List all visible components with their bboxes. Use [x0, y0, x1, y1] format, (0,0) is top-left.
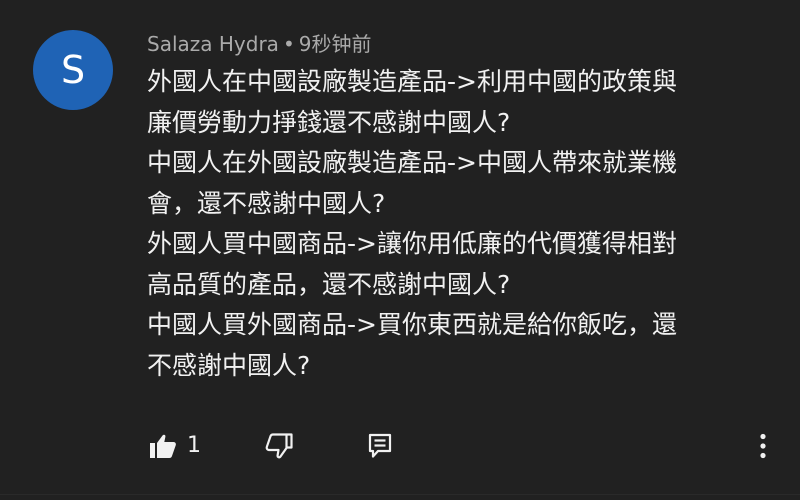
comment-text: 外國人在中國設廠製造產品->利用中國的政策與 廉價勞動力掙錢還不感謝中國人? 中… [147, 62, 767, 386]
like-button[interactable] [146, 430, 180, 462]
divider [0, 494, 800, 495]
more-options-button[interactable] [748, 428, 778, 464]
avatar[interactable]: S [33, 30, 113, 110]
reply-icon [368, 433, 392, 458]
thumb-down-icon [265, 433, 293, 459]
comment-line: 高品質的產品，還不感謝中國人? [147, 269, 511, 299]
comment-timestamp[interactable]: 9秒钟前 [299, 32, 372, 56]
comment-line: 不感謝中國人? [147, 350, 311, 380]
like-count: 1 [187, 433, 201, 458]
thumb-up-icon [150, 434, 176, 458]
comment-line: 外國人在中國設廠製造產品->利用中國的政策與 [147, 67, 677, 96]
comment-line: 廉價勞動力掙錢還不感謝中國人? [147, 107, 511, 137]
meta-separator: • [282, 32, 295, 56]
comment-line: 會，還不感謝中國人? [147, 188, 386, 218]
comment-actions: 1 [0, 420, 800, 470]
comment-line: 中國人買外國商品->買你東西就是給你飯吃，還 [147, 310, 677, 339]
comment-line: 外國人買中國商品->讓你用低廉的代價獲得相對 [147, 229, 677, 258]
comment-line: 中國人在外國設廠製造產品->中國人帶來就業機 [147, 148, 677, 177]
comment-item: S Salaza Hydra • 9秒钟前 外國人在中國設廠製造產品->利用中國的政… [0, 0, 800, 500]
avatar-letter: S [60, 48, 86, 92]
comment-header: Salaza Hydra • 9秒钟前 [147, 30, 371, 58]
reply-button[interactable] [364, 430, 396, 462]
author-name[interactable]: Salaza Hydra [147, 32, 279, 56]
more-vert-icon [760, 433, 766, 459]
dislike-button[interactable] [262, 430, 296, 462]
